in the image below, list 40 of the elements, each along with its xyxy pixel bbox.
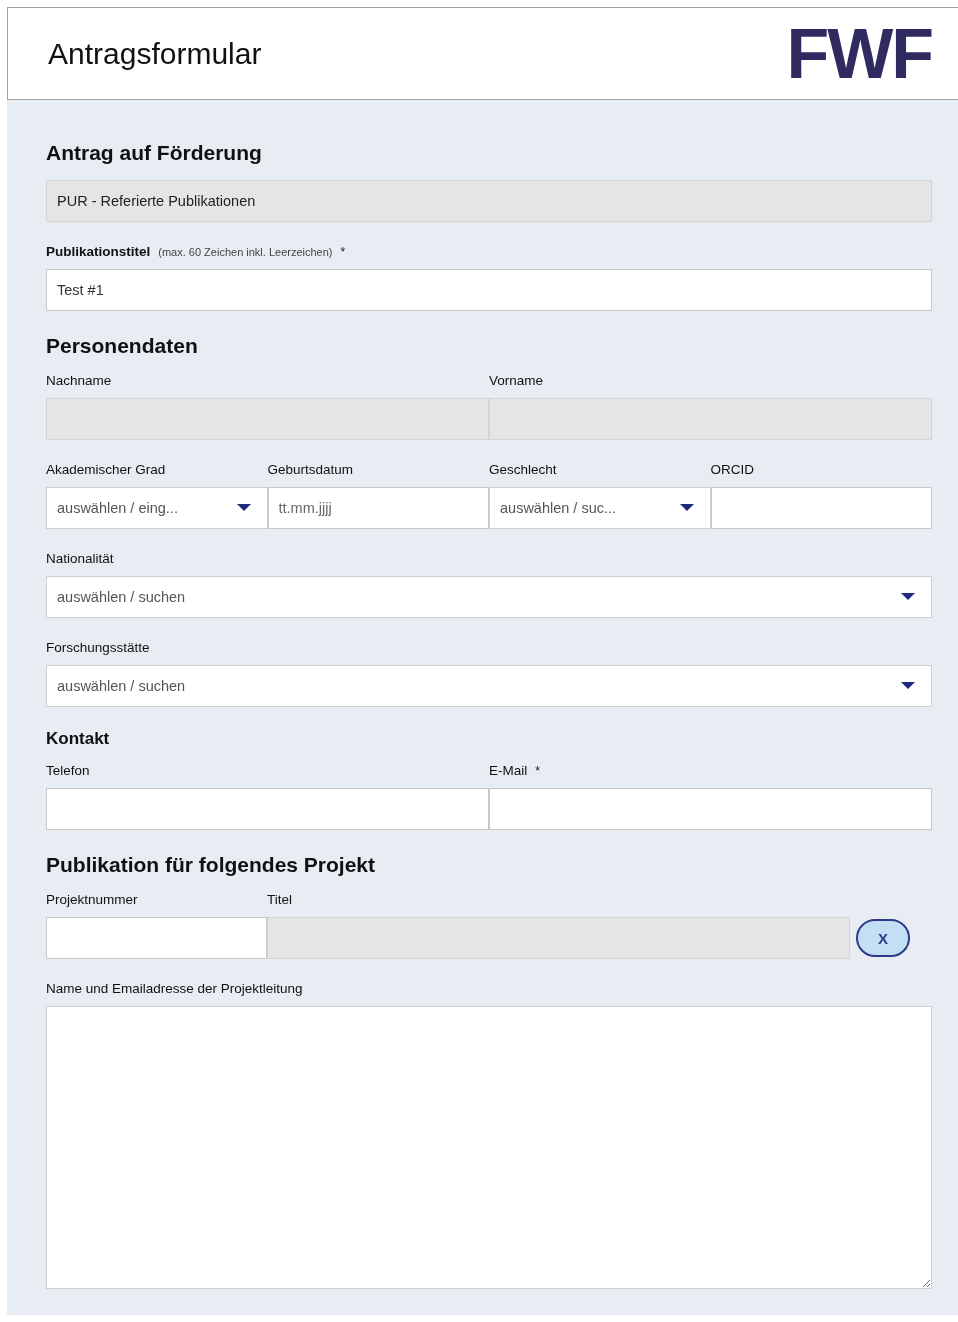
field-label: Nationalität: [46, 551, 114, 566]
input-field[interactable]: Test #1: [46, 269, 932, 311]
dropdown[interactable]: auswählen / suc...: [489, 487, 711, 529]
input-field[interactable]: [46, 788, 489, 830]
input-field[interactable]: tt.mm.jjjj: [267, 487, 489, 529]
field-label: Forschungsstätte: [46, 640, 150, 655]
subsection-heading: Kontakt: [46, 729, 111, 749]
caret-icon: [679, 504, 694, 512]
input-field[interactable]: [489, 788, 932, 830]
input-field[interactable]: [710, 487, 932, 529]
field-label: ORCID: [710, 462, 754, 477]
field-label: Name und Emailadresse der Projektleitung: [46, 981, 303, 996]
required-mark: *: [535, 764, 540, 778]
field-label: E-Mail: [489, 763, 528, 778]
form-title: Antragsformular: [48, 36, 262, 71]
input-field[interactable]: [46, 917, 267, 959]
field-label: Nachname: [46, 373, 112, 388]
field-label: Telefon: [46, 763, 90, 778]
field-label: Titel: [267, 892, 292, 907]
section-heading: Antrag auf Förderung: [46, 140, 263, 166]
field-label: Vorname: [489, 373, 544, 388]
field-label: Geschlecht: [489, 462, 557, 477]
input-field: PUR - Referierte Publikationen: [46, 180, 932, 222]
field-label: Publikationstitel: [46, 244, 151, 259]
section-heading: Publikation für folgendes Projekt: [46, 852, 377, 878]
caret-icon: [901, 682, 915, 690]
section-heading: Personendaten: [46, 333, 199, 359]
field-label: Akademischer Grad: [46, 462, 166, 477]
caret-icon: [901, 593, 915, 601]
text-area[interactable]: [46, 1006, 932, 1289]
field-hint: (max. 60 Zeichen inkl. Leerzeichen): [158, 246, 333, 258]
dropdown[interactable]: auswählen / suchen: [46, 665, 932, 707]
logo: FWF: [786, 18, 932, 89]
dropdown[interactable]: auswählen / eing...: [46, 487, 268, 529]
clear-button[interactable]: X: [856, 919, 910, 957]
caret-icon: [236, 504, 251, 512]
field-label: Projektnummer: [46, 892, 138, 907]
field-label: Geburtsdatum: [267, 462, 354, 477]
required-mark: *: [340, 245, 346, 259]
dropdown[interactable]: auswählen / suchen: [46, 576, 932, 618]
